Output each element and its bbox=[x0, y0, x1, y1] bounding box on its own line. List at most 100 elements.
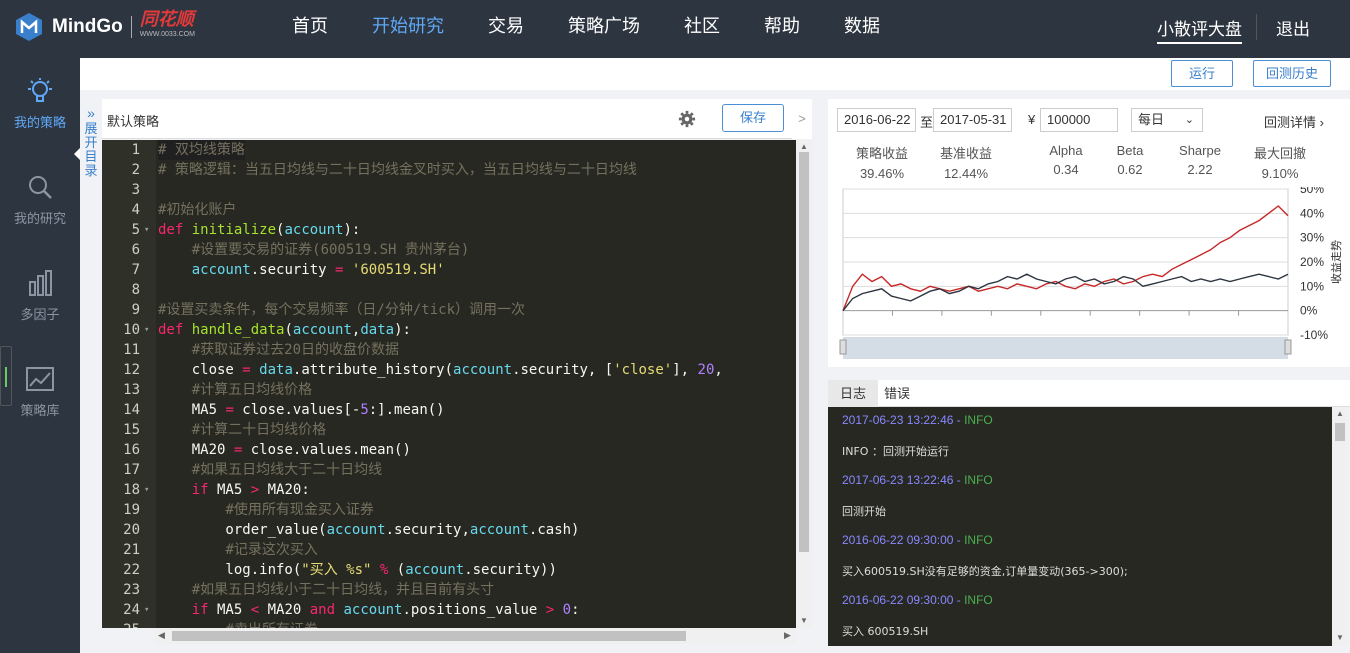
code-line[interactable]: close = data.attribute_history(account.s… bbox=[158, 360, 723, 380]
log-tabs: 日志 错误 bbox=[828, 380, 1350, 407]
log-message: INFO ：回测开始运行 bbox=[842, 445, 949, 458]
bar-chart-icon bbox=[29, 270, 52, 296]
code-line[interactable]: MA20 = close.values.mean() bbox=[158, 440, 411, 460]
code-line[interactable]: #如果五日均线大于二十日均线 bbox=[158, 460, 382, 480]
code-line[interactable]: #初始化账户 bbox=[158, 200, 236, 220]
backtest-history-button[interactable]: 回测历史 bbox=[1253, 60, 1331, 87]
editor-horizontal-scrollbar[interactable]: ◀ ▶ bbox=[154, 628, 796, 644]
sidebar-item-my-strategy[interactable]: 我的策略 bbox=[0, 76, 80, 131]
tab-log[interactable]: 日志 bbox=[828, 380, 879, 407]
code-line[interactable]: #记录这次买入 bbox=[158, 540, 317, 560]
code-line[interactable]: # 策略逻辑：当五日均线与二十日均线金叉时买入，当五日均线与二十日均线 bbox=[158, 160, 637, 180]
line-number: 19 bbox=[123, 502, 140, 518]
nav-item[interactable]: 帮助 bbox=[764, 0, 800, 52]
line-gutter: 1 2 3 4 5 ▾ 6 7 8 9 10 ▾ 11 12 13 14 15 16 17 18 ▾ 19 20 21 22 23… bbox=[102, 140, 156, 628]
partner-logo: 同花顺 WWW.0033.COM bbox=[139, 10, 195, 43]
code-line[interactable]: #计算二十日均线价格 bbox=[158, 420, 326, 440]
fold-toggle-icon[interactable]: ▾ bbox=[144, 225, 149, 235]
expand-catalog-toggle[interactable]: » 展开目录 bbox=[80, 98, 102, 653]
scroll-thumb[interactable] bbox=[1335, 423, 1345, 441]
scroll-right-icon[interactable]: ▶ bbox=[784, 630, 791, 641]
scroll-down-icon[interactable]: ▼ bbox=[1336, 633, 1344, 642]
returns-chart[interactable]: 50% 40% 30% 20% 10% 0% -10% 收益走势 bbox=[828, 182, 1350, 367]
scroll-down-icon[interactable]: ▼ bbox=[800, 616, 808, 625]
line-number: 5 bbox=[131, 222, 140, 238]
sidebar-drag-handle[interactable] bbox=[0, 346, 12, 406]
code-line[interactable]: # 双均线策略 bbox=[158, 140, 245, 160]
user-name-link[interactable]: 小散评大盘 bbox=[1157, 15, 1242, 44]
start-date-input[interactable]: 2016-06-22 bbox=[837, 108, 916, 132]
logout-link[interactable]: 退出 bbox=[1276, 15, 1310, 40]
code-line[interactable]: #设置买卖条件，每个交易频率（日/分钟/tick）调用一次 bbox=[158, 300, 525, 320]
scroll-up-icon[interactable]: ▲ bbox=[1336, 409, 1344, 418]
fold-toggle-icon[interactable]: ▾ bbox=[144, 485, 149, 495]
save-button[interactable]: 保存 bbox=[722, 104, 784, 132]
sidebar-item-strategy-library[interactable]: 策略库 bbox=[0, 364, 80, 419]
line-number: 15 bbox=[123, 422, 140, 438]
code-line[interactable]: MA5 = close.values[-5:].mean() bbox=[158, 400, 445, 420]
code-line[interactable]: account.security = '600519.SH' bbox=[158, 260, 445, 280]
log-console: 2017-06-23 13:22:46 - INFO INFO ：回测开始运行 20… bbox=[828, 407, 1332, 646]
tab-errors[interactable]: 错误 bbox=[872, 380, 922, 407]
code-line[interactable]: if MA5 < MA20 and account.positions_valu… bbox=[158, 600, 580, 620]
stat-item: Beta 0.62 bbox=[1090, 143, 1170, 177]
run-button[interactable]: 运行 bbox=[1171, 60, 1233, 87]
code-line[interactable]: #卖出所有证券 bbox=[158, 620, 317, 628]
partner-url: WWW.0033.COM bbox=[139, 31, 195, 38]
code-line[interactable]: def handle_data(account,data): bbox=[158, 320, 411, 340]
code-line[interactable]: log.info("买入 %s" % (account.security)) bbox=[158, 560, 557, 580]
editor-vertical-scrollbar[interactable]: ▲ ▼ bbox=[796, 140, 812, 628]
log-scrollbar[interactable]: ▲ ▼ bbox=[1332, 407, 1348, 646]
fold-toggle-icon[interactable]: ▾ bbox=[144, 325, 149, 335]
nav-item[interactable]: 首页 bbox=[292, 0, 328, 52]
code-line[interactable]: #设置要交易的证券(600519.SH 贵州茅台) bbox=[158, 240, 470, 260]
scroll-thumb[interactable] bbox=[172, 631, 686, 641]
line-number: 7 bbox=[131, 262, 140, 278]
double-chevron-right-icon: » bbox=[87, 105, 95, 121]
brand-name: MindGo bbox=[52, 16, 123, 37]
handle-mark bbox=[5, 367, 7, 387]
code-line[interactable]: #获取证券过去20日的收盘价数据 bbox=[158, 340, 399, 360]
scroll-up-icon[interactable]: ▲ bbox=[800, 142, 808, 151]
scroll-thumb[interactable] bbox=[799, 152, 809, 552]
line-number: 4 bbox=[131, 202, 140, 218]
sidebar-item-my-research[interactable]: 我的研究 bbox=[0, 172, 80, 227]
line-number: 18 bbox=[123, 482, 140, 498]
mindgo-logo-icon bbox=[14, 12, 44, 42]
backtest-details-link[interactable]: 回测详情 › bbox=[1264, 112, 1324, 131]
y-tick-label: 20% bbox=[1300, 255, 1324, 269]
code-line[interactable]: #如果五日均线小于二十日均线，并且目前有头寸 bbox=[158, 580, 494, 600]
fold-toggle-icon[interactable]: ▾ bbox=[144, 605, 149, 615]
line-number: 1 bbox=[131, 142, 140, 158]
stat-value: 39.46% bbox=[859, 166, 905, 181]
collapse-editor-button[interactable]: > bbox=[792, 99, 812, 139]
nav-item[interactable]: 数据 bbox=[844, 0, 880, 52]
nav-item[interactable]: 开始研究 bbox=[372, 0, 444, 52]
nav-item[interactable]: 社区 bbox=[684, 0, 720, 52]
strategy-title[interactable]: 默认策略 bbox=[107, 111, 159, 130]
log-timestamp: 2017-06-23 13:22:46 - INFO bbox=[842, 473, 993, 487]
code-line[interactable]: if MA5 > MA20: bbox=[158, 480, 310, 500]
code-line[interactable]: order_value(account.security,account.cas… bbox=[158, 520, 579, 540]
top-navbar: MindGo 同花顺 WWW.0033.COM 首页 开始研究 交易 策略广场 社区 帮助数… bbox=[0, 0, 1350, 58]
code-line[interactable]: #使用所有现金买入证券 bbox=[158, 500, 373, 520]
frequency-select[interactable]: 每日 ⌄ bbox=[1131, 108, 1203, 132]
stat-label: 基准收益 bbox=[939, 146, 992, 161]
scroll-left-icon[interactable]: ◀ bbox=[158, 630, 165, 641]
line-number: 6 bbox=[131, 242, 140, 258]
code-line[interactable]: def initialize(account): bbox=[158, 220, 360, 240]
log-timestamp: 2016-06-22 09:30:00 - INFO bbox=[842, 593, 993, 607]
code-line[interactable]: #计算五日均线价格 bbox=[158, 380, 312, 400]
chevron-right-icon: › bbox=[1319, 115, 1324, 130]
log-timestamp: 2017-06-23 13:22:46 - INFO bbox=[842, 413, 993, 427]
expand-catalog-label: 展开目录 bbox=[84, 121, 98, 178]
nav-item[interactable]: 交易 bbox=[488, 0, 524, 52]
code-editor[interactable]: 1 2 3 4 5 ▾ 6 7 8 9 10 ▾ 11 12 13 14 15 16 17 18 ▾ 19 20 21 22 23… bbox=[102, 140, 796, 628]
sidebar-item-multi-factor[interactable]: 多因子 bbox=[0, 268, 80, 323]
capital-input[interactable]: 100000 bbox=[1040, 108, 1118, 132]
nav-item[interactable]: 策略广场 bbox=[568, 0, 640, 52]
brand[interactable]: MindGo 同花顺 WWW.0033.COM bbox=[14, 10, 195, 44]
end-date-input[interactable]: 2017-05-31 bbox=[933, 108, 1012, 132]
line-number: 21 bbox=[123, 542, 140, 558]
gear-icon[interactable] bbox=[678, 110, 696, 128]
